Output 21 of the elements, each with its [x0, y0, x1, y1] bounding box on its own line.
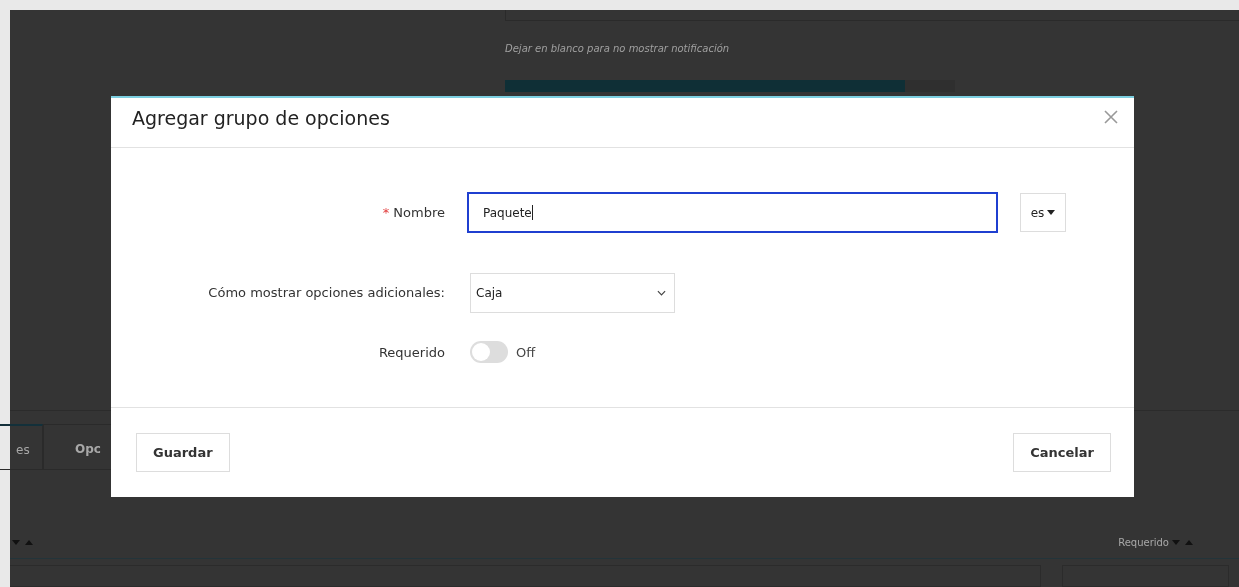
language-dropdown[interactable]: es: [1020, 193, 1066, 232]
tab[interactable]: es: [0, 424, 43, 470]
select-dropdown[interactable]: Caja: [470, 272, 675, 313]
save-button[interactable]: Guardar: [136, 433, 230, 472]
sort-icon[interactable]: [1172, 538, 1194, 547]
close-icon[interactable]: [1104, 110, 1118, 124]
toggle-switch[interactable]: [470, 341, 508, 363]
field-label: Cómo mostrar opciones adicionales:: [208, 285, 445, 300]
chevron-down-icon: [657, 289, 666, 296]
toggle-state-text: Off: [516, 344, 536, 360]
text-field[interactable]: Paquete: [467, 192, 998, 233]
caret-icon: [1047, 210, 1056, 215]
hint-text: Dejar en blanco para no mostrar notificación: [505, 43, 731, 54]
required-mark: *: [382, 205, 390, 220]
field-label: Requerido: [378, 344, 445, 360]
field-label: Nombre: [393, 205, 445, 220]
dialog-title: Agregar grupo de opciones: [132, 107, 390, 129]
cancel-button[interactable]: Cancelar: [1013, 433, 1111, 472]
sort-icon[interactable]: [12, 538, 34, 547]
column-header: Requerido: [1118, 537, 1169, 548]
bar-addon: [905, 80, 955, 92]
